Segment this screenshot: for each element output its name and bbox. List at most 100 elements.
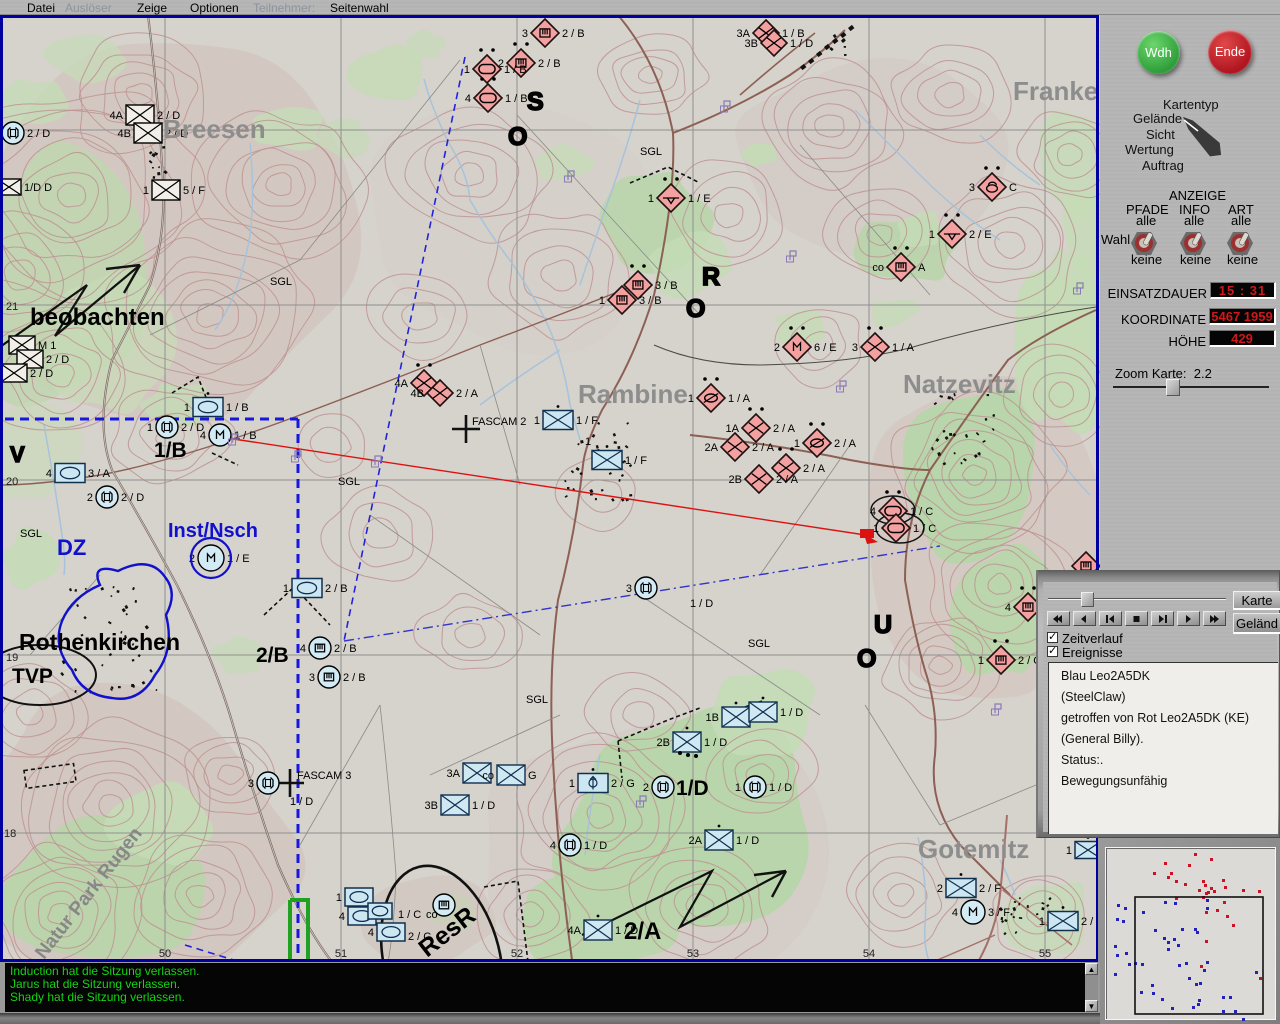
svg-text:2 / A: 2 / A: [834, 438, 857, 450]
svg-text:1 / D: 1 / D: [472, 800, 495, 812]
svg-text:co: co: [482, 770, 494, 782]
svg-text:1: 1: [143, 185, 149, 197]
svg-text:1/B: 1/B: [154, 439, 187, 462]
svg-text:2 / A: 2 / A: [752, 442, 775, 454]
svg-text:1 / D: 1 / D: [769, 782, 792, 794]
svg-text:4A: 4A: [395, 378, 409, 390]
svg-text:3: 3: [852, 342, 858, 354]
svg-text:SGL: SGL: [526, 694, 548, 706]
svg-text:1 / C: 1 / C: [398, 909, 421, 921]
svg-text:1 / D: 1 / D: [690, 598, 713, 610]
svg-text:3A: 3A: [447, 768, 461, 780]
svg-text:4: 4: [300, 643, 306, 655]
svg-text:1 / D: 1 / D: [790, 38, 813, 50]
svg-text:2A: 2A: [705, 442, 719, 454]
svg-text:beobachten: beobachten: [30, 304, 165, 331]
svg-text:18: 18: [4, 828, 16, 840]
svg-text:1: 1: [648, 193, 654, 205]
svg-text:1 / D: 1 / D: [736, 835, 759, 847]
svg-text:3: 3: [969, 182, 975, 194]
svg-text:2 / A: 2 / A: [776, 474, 799, 486]
svg-text:1A: 1A: [726, 423, 740, 435]
svg-text:co: co: [426, 909, 438, 921]
svg-text:FASCAM 2: FASCAM 2: [472, 416, 526, 428]
svg-text:2 / F: 2 / F: [979, 883, 1001, 895]
svg-text:2B: 2B: [729, 474, 742, 486]
svg-text:3: 3: [248, 778, 254, 790]
svg-text:Rothenkirchen: Rothenkirchen: [19, 629, 180, 655]
svg-text:2 / D: 2 / D: [46, 354, 69, 366]
svg-text:SGL: SGL: [270, 276, 292, 288]
svg-text:54: 54: [863, 948, 875, 960]
svg-text:2: 2: [643, 782, 649, 794]
svg-text:1: 1: [534, 415, 540, 427]
svg-text:1 / B: 1 / B: [504, 64, 527, 76]
svg-text:1: 1: [735, 782, 741, 794]
svg-text:3 / B: 3 / B: [639, 295, 662, 307]
svg-text:1 / D: 1 / D: [780, 707, 803, 719]
svg-text:1: 1: [929, 229, 935, 241]
svg-text:2 / D: 2 / D: [121, 492, 144, 504]
svg-text:2: 2: [774, 342, 780, 354]
svg-text:1 / F: 1 / F: [576, 415, 598, 427]
svg-text:52: 52: [511, 948, 523, 960]
svg-text:4: 4: [1005, 602, 1011, 614]
svg-text:4: 4: [200, 430, 206, 442]
svg-text:2 / D: 2 / D: [30, 368, 53, 380]
svg-text:1 / D: 1 / D: [584, 840, 607, 852]
svg-text:1: 1: [336, 892, 342, 904]
svg-text:4: 4: [465, 93, 471, 105]
svg-text:U: U: [874, 611, 892, 639]
svg-text:Gotemitz: Gotemitz: [918, 834, 1029, 864]
svg-text:3 / B: 3 / B: [655, 280, 678, 292]
svg-text:1 / B: 1 / B: [234, 430, 257, 442]
svg-text:1: 1: [599, 295, 605, 307]
svg-text:2: 2: [937, 883, 943, 895]
svg-text:C: C: [1009, 182, 1017, 194]
svg-text:1: 1: [585, 436, 591, 448]
svg-text:2 / B: 2 / B: [325, 583, 348, 595]
svg-text:TVP: TVP: [12, 665, 53, 688]
svg-text:1 / C: 1 / C: [910, 506, 933, 518]
svg-text:Natzevitz: Natzevitz: [903, 369, 1016, 399]
svg-text:O: O: [508, 123, 527, 151]
svg-text:1/D: 1/D: [676, 777, 709, 800]
svg-text:4: 4: [368, 927, 374, 939]
svg-text:4: 4: [952, 907, 958, 919]
svg-text:1 / E: 1 / E: [688, 193, 711, 205]
svg-text:2 / D: 2 / D: [27, 128, 50, 140]
svg-text:1 / F: 1 / F: [625, 455, 647, 467]
svg-text:2 / B: 2 / B: [538, 58, 561, 70]
svg-text:4: 4: [870, 506, 876, 518]
svg-text:2 / G: 2 / G: [611, 778, 635, 790]
svg-text:1: 1: [688, 393, 694, 405]
svg-text:51: 51: [335, 948, 347, 960]
svg-text:2 / B: 2 / B: [334, 643, 357, 655]
svg-text:Franke: Franke: [1013, 76, 1098, 106]
svg-text:2 / E: 2 / E: [969, 229, 992, 241]
svg-text:4B: 4B: [118, 128, 131, 140]
svg-text:4B: 4B: [411, 388, 424, 400]
svg-text:1 / D: 1 / D: [290, 796, 313, 808]
svg-text:2 / A: 2 / A: [803, 463, 826, 475]
svg-text:2 / B: 2 / B: [562, 28, 585, 40]
svg-text:4A: 4A: [568, 925, 582, 937]
svg-text:53: 53: [687, 948, 699, 960]
svg-text:1/D D: 1/D D: [24, 182, 52, 194]
svg-text:21: 21: [6, 301, 18, 313]
svg-text:3: 3: [522, 28, 528, 40]
svg-text:2 / B: 2 / B: [343, 672, 366, 684]
svg-text:O: O: [857, 645, 876, 673]
svg-text:3: 3: [309, 672, 315, 684]
svg-text:Inst/Nsch: Inst/Nsch: [168, 520, 258, 542]
svg-text:Rambine: Rambine: [578, 379, 688, 409]
svg-text:2/B: 2/B: [256, 644, 289, 667]
svg-text:4: 4: [339, 911, 345, 923]
svg-text:SGL: SGL: [640, 146, 662, 158]
svg-text:50: 50: [159, 948, 171, 960]
svg-text:1: 1: [873, 523, 879, 535]
svg-text:19: 19: [6, 652, 18, 664]
svg-text:1 / A: 1 / A: [892, 342, 915, 354]
svg-text:1: 1: [283, 583, 289, 595]
svg-text:1: 1: [1066, 845, 1072, 857]
